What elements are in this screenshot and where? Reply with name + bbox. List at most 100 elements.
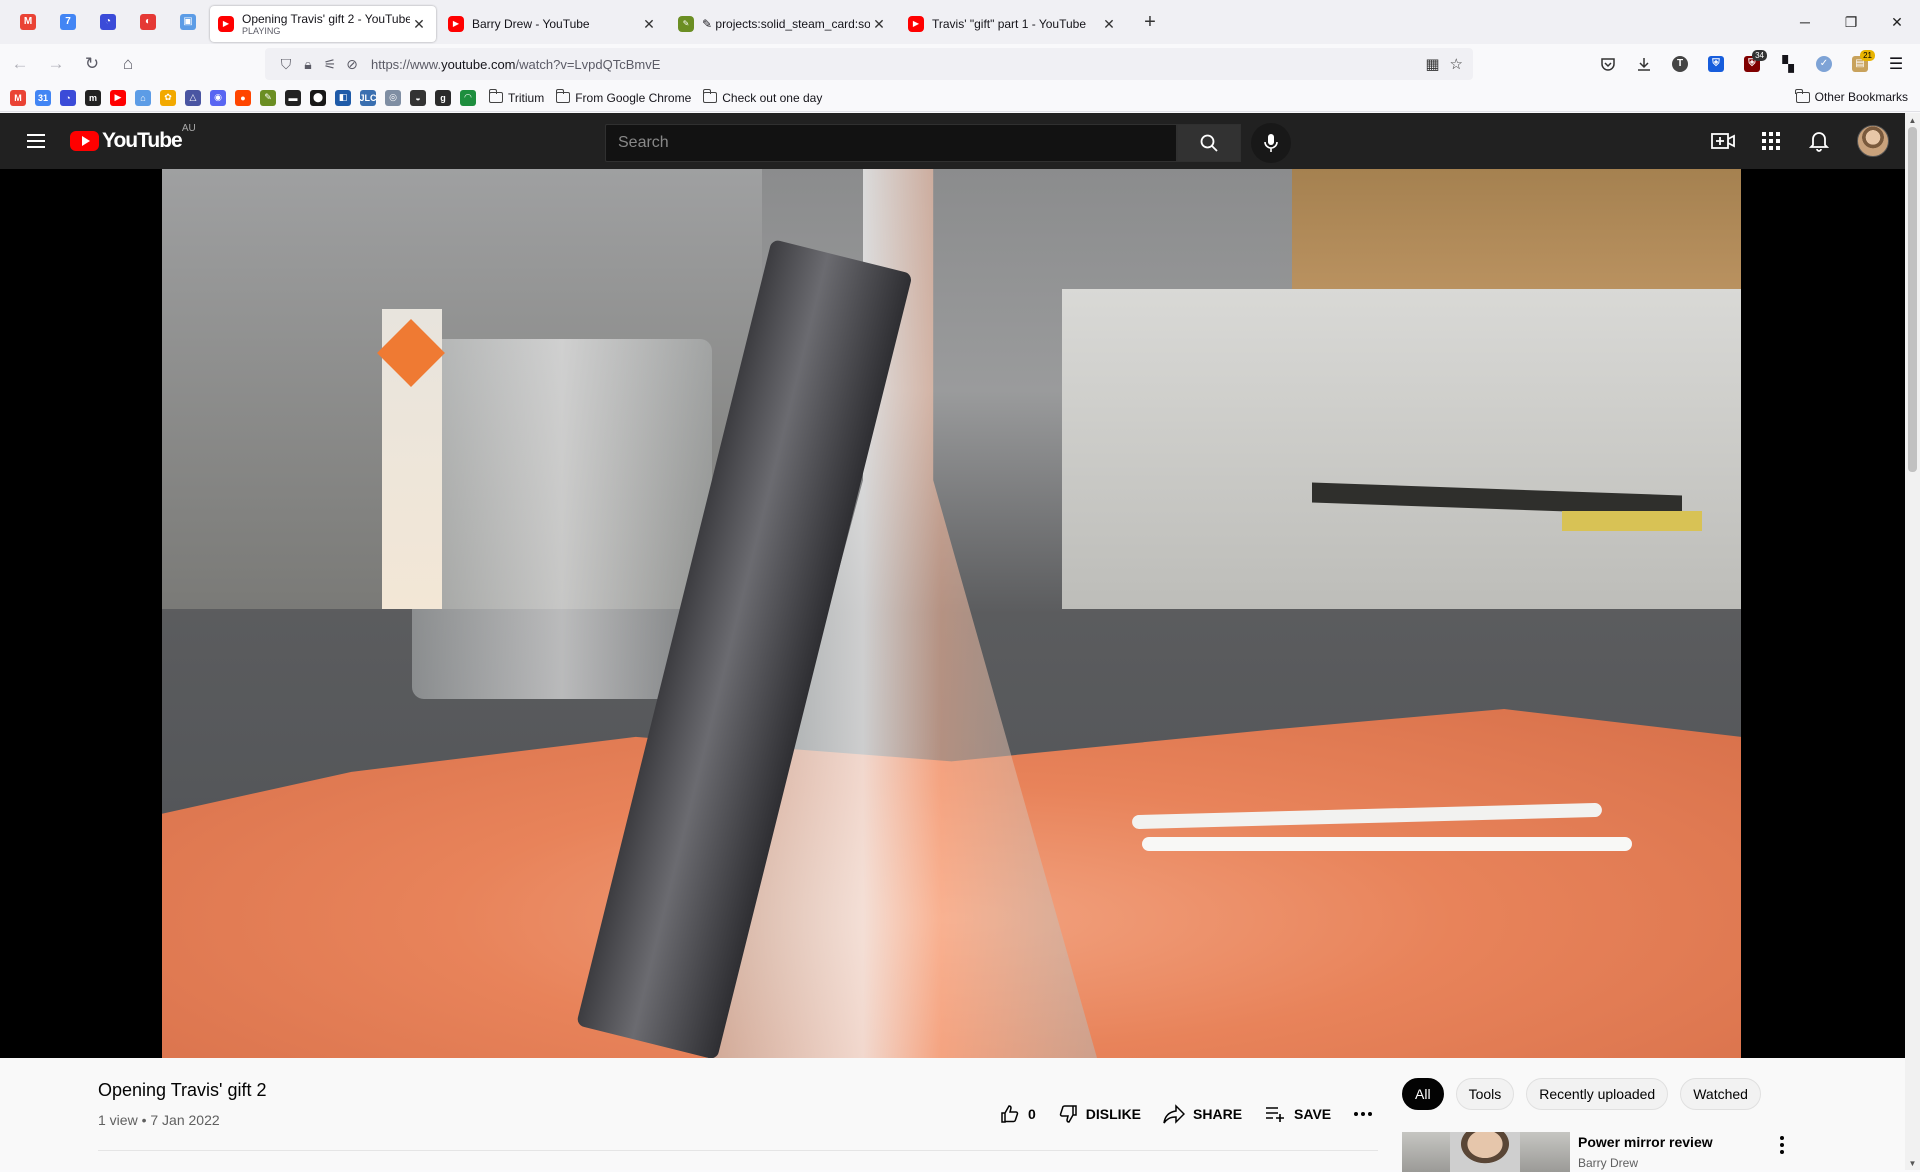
url-domain: youtube.com — [441, 56, 516, 72]
bookmark-favicon-icon[interactable]: ▬ — [285, 89, 301, 106]
filter-chip[interactable]: Watched — [1680, 1078, 1761, 1110]
app-menu-icon[interactable]: ☰ — [1878, 48, 1914, 80]
tab-playing-label: PLAYING — [242, 26, 281, 36]
autoplay-blocked-icon[interactable]: ⊘ — [341, 56, 363, 73]
qr-code-icon[interactable]: ▦ — [1425, 55, 1439, 73]
lock-icon[interactable]: 🔒︎ — [297, 56, 319, 73]
bookmark-favicon-icon[interactable]: ◠ — [460, 89, 476, 106]
minimize-button[interactable]: ─ — [1782, 0, 1828, 44]
bookmark-favicon-icon[interactable]: ⬤ — [310, 89, 326, 106]
bookmark-favicon-icon[interactable]: ◒ — [410, 89, 426, 106]
restore-button[interactable]: ❐ — [1828, 0, 1874, 44]
new-tab-button[interactable]: + — [1134, 6, 1166, 38]
bookmark-folder[interactable]: From Google Chrome — [555, 89, 692, 105]
forward-button[interactable]: → — [40, 48, 72, 80]
youtube-favicon-icon: ▶ — [218, 16, 234, 32]
bookmark-favicon-icon[interactable]: ✎ — [260, 89, 276, 106]
pocket-icon[interactable] — [1590, 48, 1626, 80]
scroll-down-arrow-icon[interactable]: ▼ — [1905, 1156, 1920, 1170]
filter-chip[interactable]: Recently uploaded — [1526, 1078, 1669, 1110]
bookmark-favicon-icon[interactable]: ◧ — [335, 89, 351, 106]
close-tab-icon[interactable]: ✕ — [640, 15, 658, 33]
bookmark-star-icon[interactable]: ☆ — [1450, 55, 1463, 73]
like-button[interactable]: 0 — [1000, 1104, 1036, 1124]
pinned-tab-app-blue[interactable]: ◔ — [88, 2, 128, 42]
bookmark-favicon-icon[interactable]: ⌂ — [135, 89, 151, 106]
home-button[interactable]: ⌂ — [112, 48, 144, 80]
reload-button[interactable]: ↻ — [76, 48, 108, 80]
browser-tab[interactable]: ▶ Travis' "gift" part 1 - YouTube ✕ — [900, 6, 1126, 42]
browser-tab[interactable]: ✎ ✎ projects:solid_steam_card:so ✕ — [670, 6, 896, 42]
create-video-icon — [1711, 133, 1735, 149]
scrollbar-thumb[interactable] — [1908, 127, 1917, 472]
close-tab-icon[interactable]: ✕ — [870, 15, 888, 33]
recommended-title[interactable]: Power mirror review — [1578, 1134, 1778, 1150]
pinned-tab-app-cube[interactable]: ▣ — [168, 2, 208, 42]
guide-menu-icon[interactable] — [16, 121, 56, 161]
filter-chip[interactable]: All — [1402, 1078, 1444, 1110]
pinned-tab-gmail[interactable]: M — [8, 2, 48, 42]
bookmark-favicon-icon[interactable]: ◔ — [60, 89, 76, 106]
bookmark-folder[interactable]: Tritium — [488, 89, 544, 105]
video-player[interactable] — [0, 169, 1905, 1058]
video-frame[interactable] — [162, 169, 1741, 1058]
bookmark-favicon-icon[interactable]: ◎ — [385, 89, 401, 106]
close-tab-icon[interactable]: ✕ — [410, 15, 428, 33]
extensions-grid-icon[interactable]: ▚ — [1770, 48, 1806, 80]
page-scrollbar[interactable]: ▲ ▼ — [1905, 113, 1920, 1170]
account-t-icon[interactable]: T — [1662, 48, 1698, 80]
bookmark-favicon-icon[interactable]: g — [435, 89, 451, 106]
bookmark-favicon-icon[interactable]: m — [85, 89, 101, 106]
permissions-icon[interactable]: ⚟ — [319, 56, 341, 73]
bookmark-favicon-icon[interactable]: M — [10, 89, 26, 106]
more-actions-button[interactable] — [1353, 1111, 1381, 1117]
url-text[interactable]: https://www.youtube.com/watch?v=LvpdQTcB… — [371, 57, 1425, 72]
pinned-tab-calendar[interactable]: 7 — [48, 2, 88, 42]
close-tab-icon[interactable]: ✕ — [1100, 15, 1118, 33]
apps-button[interactable] — [1751, 121, 1791, 161]
close-window-button[interactable]: ✕ — [1874, 0, 1920, 44]
share-button[interactable]: SHARE — [1163, 1104, 1242, 1124]
scroll-up-arrow-icon[interactable]: ▲ — [1905, 113, 1920, 127]
bookmark-folder[interactable]: Check out one day — [702, 89, 822, 105]
save-button[interactable]: SAVE — [1264, 1104, 1331, 1124]
dislike-label: DISLIKE — [1085, 1106, 1142, 1122]
bookmark-favicon-icon[interactable]: ▶ — [110, 89, 126, 106]
address-bar[interactable]: ⛉ 🔒︎ ⚟ ⊘ https://www.youtube.com/watch?v… — [265, 48, 1473, 80]
tracking-shield-icon[interactable]: ⛉ — [275, 56, 297, 73]
bookmark-favicon-icon[interactable]: ◉ — [210, 89, 226, 106]
dislike-button[interactable]: DISLIKE — [1058, 1104, 1141, 1124]
create-video-button[interactable] — [1703, 121, 1743, 161]
search-icon — [1200, 134, 1218, 152]
downloads-icon[interactable] — [1626, 48, 1662, 80]
notes-extension-icon[interactable]: ▤ 21 — [1842, 48, 1878, 80]
recommended-video[interactable]: Power mirror review Barry Drew — [1402, 1132, 1778, 1172]
recommended-menu-icon[interactable] — [1780, 1136, 1784, 1154]
search-button[interactable] — [1177, 124, 1241, 162]
navigation-toolbar: ← → ↻ ⌂ ⛉ 🔒︎ ⚟ ⊘ https://www.youtube.com… — [0, 44, 1920, 84]
ublock-icon[interactable]: ⛨ 34 — [1734, 48, 1770, 80]
bookmark-favicon-icon[interactable]: △ — [185, 89, 201, 106]
tab-list: ▶ Opening Travis' gift 2 - YouTube PLAYING… — [208, 2, 1128, 42]
recommended-channel[interactable]: Barry Drew — [1578, 1156, 1778, 1170]
bookmark-favicon-icon[interactable]: ● — [235, 89, 251, 106]
bitwarden-icon[interactable]: ⛨ — [1698, 48, 1734, 80]
voice-search-button[interactable] — [1251, 123, 1291, 163]
browser-tab[interactable]: ▶ Barry Drew - YouTube ✕ — [440, 6, 666, 42]
bookmark-folder-label: From Google Chrome — [575, 90, 692, 105]
recommended-thumbnail[interactable] — [1402, 1132, 1570, 1172]
bookmark-favicon-icon[interactable]: ✿ — [160, 89, 176, 106]
search-input[interactable] — [618, 134, 1176, 152]
back-button[interactable]: ← — [4, 48, 36, 80]
filter-chip[interactable]: Tools — [1455, 1078, 1515, 1110]
other-bookmarks[interactable]: Other Bookmarks — [1795, 88, 1908, 104]
blue-extension-icon[interactable]: ✓ — [1806, 48, 1842, 80]
pinned-tab-app-red[interactable]: ◐ — [128, 2, 168, 42]
bookmark-favicon-icon[interactable]: 31 — [35, 89, 51, 106]
bookmark-favicon-icon[interactable]: JLC — [360, 89, 377, 106]
avatar[interactable] — [1857, 125, 1889, 157]
bookmark-icons: M 31 ◔ m ▶ ⌂ ✿ △ ◉ ● ✎ ▬ ⬤ ◧ JLC ◎ ◒ g ◠ — [10, 89, 485, 106]
browser-tab[interactable]: ▶ Opening Travis' gift 2 - YouTube PLAYING… — [210, 6, 436, 42]
notifications-button[interactable] — [1799, 121, 1839, 161]
youtube-logo[interactable]: YouTube AU — [70, 123, 196, 153]
